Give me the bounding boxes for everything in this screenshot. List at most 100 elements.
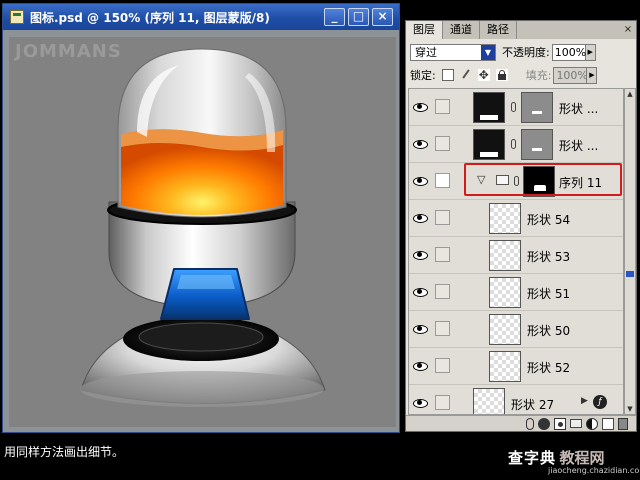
eye-icon[interactable]	[412, 321, 428, 337]
layer-row[interactable]: 形状 50	[409, 311, 623, 348]
layer-mask-thumbnail[interactable]	[521, 129, 553, 160]
chain-link-icon[interactable]	[511, 102, 516, 112]
layer-name: 形状 52	[527, 361, 571, 375]
layer-link-box[interactable]	[435, 395, 450, 410]
eye-icon[interactable]	[412, 99, 428, 115]
new-group-icon[interactable]	[570, 419, 582, 428]
maximize-button[interactable]: □	[348, 8, 369, 26]
new-layer-icon[interactable]	[602, 417, 614, 430]
layer-name: 形状 ...	[559, 139, 599, 153]
chain-link-icon[interactable]	[511, 139, 516, 149]
opacity-input[interactable]: 100%	[551, 43, 586, 61]
logo-main-text: 查字典	[508, 449, 557, 467]
link-layers-icon[interactable]	[526, 417, 534, 430]
layer-effects-icon[interactable]: ƒ	[593, 395, 607, 409]
adjustment-layer-icon[interactable]	[586, 417, 598, 430]
layer-link-box[interactable]	[435, 210, 450, 225]
layer-name: 形状 ...	[559, 102, 599, 116]
layer-thumbnail	[473, 92, 505, 123]
chain-link-icon[interactable]	[514, 176, 519, 186]
group-mask-thumbnail[interactable]	[523, 166, 555, 197]
lock-position-icon[interactable]: ✥	[477, 69, 490, 81]
add-style-icon[interactable]	[538, 417, 550, 430]
logo-sub-text: 教程网	[559, 449, 605, 467]
layer-row[interactable]: 形状 ...	[409, 89, 623, 126]
canvas[interactable]: JOMMANS	[9, 37, 396, 427]
add-mask-icon[interactable]	[554, 417, 566, 430]
layer-thumbnail	[473, 388, 505, 414]
layer-row[interactable]: 形状 51	[409, 274, 623, 311]
layer-link-box[interactable]	[435, 284, 450, 299]
fill-label: 填充:	[525, 69, 552, 82]
blend-opacity-row: 穿过 ▼ 不透明度: 100% ▶	[410, 43, 634, 61]
minimize-button[interactable]: _	[324, 8, 345, 26]
trash-icon[interactable]	[618, 417, 628, 430]
lock-fill-row: 锁定: ✥ 填充: 100% ▶	[410, 66, 634, 84]
layer-thumbnail	[489, 203, 521, 234]
caption-text: 用同样方法画出细节。	[4, 445, 125, 459]
layer-mask-thumbnail[interactable]	[521, 92, 553, 123]
eye-icon[interactable]	[412, 173, 428, 189]
layers-panel: 图层 通道 路径 × 穿过 ▼ 不透明度: 100% ▶ 锁定: ✥ 填充: 1…	[405, 20, 637, 432]
tab-channels[interactable]: 通道	[443, 21, 480, 39]
document-title: 图标.psd @ 150% (序列 11, 图层蒙版/8)	[30, 10, 270, 25]
scroll-down-icon[interactable]: ▼	[625, 404, 635, 414]
watermark-text: JOMMANS	[15, 41, 122, 62]
layer-thumbnail	[489, 240, 521, 271]
fill-input[interactable]: 100%	[553, 66, 588, 84]
layer-thumbnail	[489, 314, 521, 345]
layer-link-box[interactable]	[435, 99, 450, 114]
layer-link-box[interactable]	[435, 173, 450, 188]
layer-row[interactable]: 形状 52	[409, 348, 623, 385]
layer-group-row[interactable]: ▽ 序列 11	[409, 163, 623, 200]
layer-thumbnail	[473, 129, 505, 160]
lock-transparency-icon[interactable]	[441, 69, 454, 81]
blend-mode-select[interactable]: 穿过 ▼	[410, 43, 496, 61]
lock-label: 锁定:	[410, 69, 436, 82]
eye-icon[interactable]	[412, 247, 428, 263]
lock-pixels-icon[interactable]	[460, 69, 472, 81]
layer-link-box[interactable]	[435, 321, 450, 336]
panel-close-icon[interactable]: ×	[623, 25, 633, 35]
layer-row[interactable]: 形状 54	[409, 200, 623, 237]
eye-icon[interactable]	[412, 395, 428, 411]
opacity-arrow-icon[interactable]: ▶	[585, 43, 596, 61]
expand-effects-icon[interactable]: ▶	[581, 396, 588, 406]
document-window: 图标.psd @ 150% (序列 11, 图层蒙版/8) _ □ × JOMM…	[2, 3, 400, 433]
tab-layers[interactable]: 图层	[406, 21, 443, 39]
panel-bottom-toolbar	[406, 415, 636, 431]
eye-icon[interactable]	[412, 358, 428, 374]
icon-artwork	[80, 48, 326, 407]
folder-icon	[496, 175, 509, 185]
scroll-up-icon[interactable]: ▲	[625, 89, 635, 99]
layer-link-box[interactable]	[435, 247, 450, 262]
fill-arrow-icon[interactable]: ▶	[587, 66, 598, 84]
group-expand-icon[interactable]: ▽	[477, 173, 485, 186]
chevron-down-icon[interactable]: ▼	[481, 44, 495, 60]
site-logo: 查字典 教程网	[508, 447, 605, 468]
layer-link-box[interactable]	[435, 358, 450, 373]
layer-row[interactable]: 形状 ...	[409, 126, 623, 163]
layer-thumbnail	[489, 277, 521, 308]
layer-row[interactable]: 形状 27 ▶ ƒ	[409, 385, 623, 414]
panel-tabs: 图层 通道 路径 ×	[406, 21, 636, 39]
window-controls: _ □ ×	[324, 8, 393, 26]
eye-icon[interactable]	[412, 136, 428, 152]
scrollbar-thumb[interactable]	[626, 271, 634, 277]
eye-icon[interactable]	[412, 284, 428, 300]
lock-all-icon[interactable]	[495, 69, 508, 81]
layers-list: 形状 ... 形状 ... ▽ 序列 11 形状 54 形状 53 形状 51 …	[408, 88, 624, 415]
blend-mode-value: 穿过	[415, 45, 437, 59]
tab-paths[interactable]: 路径	[480, 21, 517, 39]
layer-row[interactable]: 形状 53	[409, 237, 623, 274]
layer-name: 形状 54	[527, 213, 571, 227]
close-button[interactable]: ×	[372, 8, 393, 26]
eye-icon[interactable]	[412, 210, 428, 226]
layer-name: 形状 27	[511, 398, 555, 412]
layers-scrollbar[interactable]: ▲ ▼	[624, 88, 636, 415]
layer-name: 形状 50	[527, 324, 571, 338]
document-titlebar[interactable]: 图标.psd @ 150% (序列 11, 图层蒙版/8) _ □ ×	[3, 4, 399, 30]
layer-name: 形状 51	[527, 287, 571, 301]
layer-name: 形状 53	[527, 250, 571, 264]
layer-link-box[interactable]	[435, 136, 450, 151]
